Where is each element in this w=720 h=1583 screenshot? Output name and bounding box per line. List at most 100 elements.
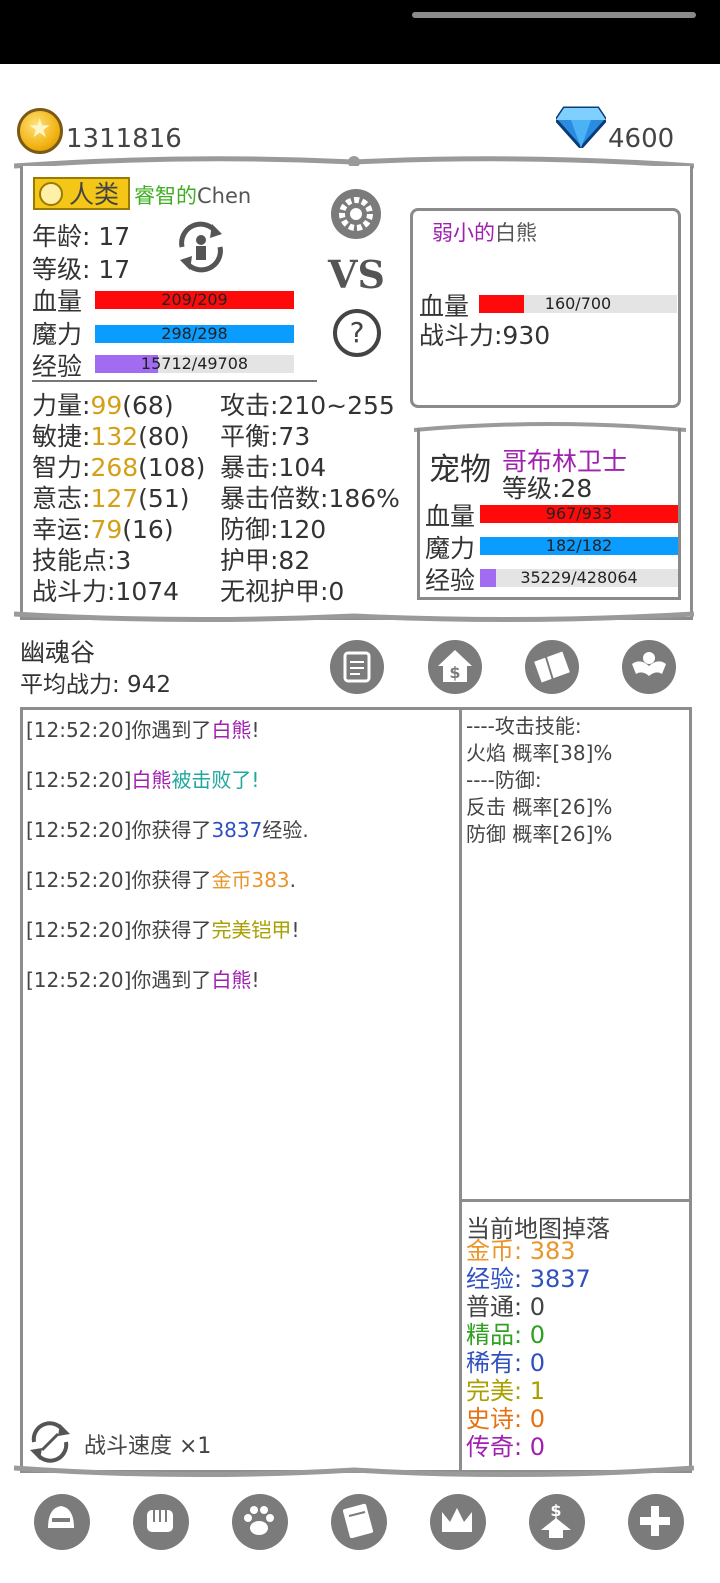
stat-base: (108): [138, 453, 206, 482]
log-segment: 白熊: [131, 768, 172, 792]
pet-title: 宠物: [429, 452, 491, 488]
stats-right-column: 攻击:210~255 平衡:73 暴击:104 暴击倍数:186% 防御:120 护甲:8…: [220, 390, 400, 607]
rebirth-icon[interactable]: [172, 218, 230, 276]
skill-line: 反击 概率[26]%: [466, 795, 613, 819]
battle-log[interactable]: [12:52:20]你遇到了白熊! [12:52:20]白熊被击败了! [12:52…: [26, 714, 309, 1014]
enemy-power: 战斗力:930: [419, 321, 551, 350]
skill-line: 火焰 概率[38]%: [466, 741, 613, 765]
drop-item: 史诗: 0: [466, 1405, 591, 1433]
house-dollar-icon: $: [438, 650, 472, 682]
stats-left-column: 力量:99(68) 敏捷:132(80) 智力:268(108) 意志:127(51)…: [32, 390, 205, 607]
log-segment: 被击败了!: [171, 768, 260, 792]
drops-list: 金币: 383 经验: 3837 普通: 0 精品: 0 稀有: 0 完美: 1 史诗: 0…: [466, 1237, 591, 1461]
upgrade-button[interactable]: $: [529, 1494, 585, 1550]
enemy-panel: 弱小的白熊 血量 160/700 战斗力:930: [410, 208, 681, 408]
divider: [32, 380, 317, 382]
level-row: 等级: 17: [32, 255, 131, 284]
player-name-title: 睿智的: [134, 184, 197, 208]
player-hp-text: 209/209: [161, 290, 228, 309]
stat-left-5: 技能点:3: [32, 545, 205, 576]
stat-value: 99: [90, 391, 123, 420]
log-line: [12:52:20]白熊被击败了!: [26, 764, 309, 814]
stat-label: 技能点:3: [32, 546, 132, 575]
world-map-button[interactable]: [525, 640, 579, 694]
pet-panel: 宠物 哥布林卫士 等级:28 血量 967/933 魔力 182/182 经验 …: [417, 428, 681, 600]
pet-mp-label: 魔力: [425, 534, 476, 563]
svg-text:$: $: [550, 1501, 561, 1520]
equipment-button[interactable]: [34, 1494, 90, 1550]
drop-item: 精品: 0: [466, 1321, 591, 1349]
skill-line: ----防御:: [466, 768, 542, 792]
log-line: [12:52:20]你遇到了白熊!: [26, 714, 309, 764]
enemy-name-label: 白熊: [495, 221, 537, 245]
vs-label: VS: [328, 252, 385, 297]
panel-bottom-ornament: [14, 611, 694, 623]
drop-label: 精品:: [466, 1321, 523, 1349]
log-segment: [12:52:20]你获得了: [26, 868, 212, 892]
drop-value: 0: [522, 1321, 545, 1349]
battle-panel-divider: [459, 707, 462, 1473]
log-line: [12:52:20]你遇到了白熊!: [26, 964, 309, 1014]
stat-left-3: 意志:127(51): [32, 483, 205, 514]
plus-icon: [640, 1506, 670, 1536]
log-segment: 3837: [211, 818, 263, 842]
log-segment: !: [291, 918, 300, 942]
skill-line: 防御 概率[26]%: [466, 822, 613, 846]
ranking-button[interactable]: [430, 1494, 486, 1550]
scroll-map-button[interactable]: [330, 640, 384, 694]
level-value: 17: [98, 255, 131, 284]
drop-label: 传奇:: [466, 1433, 523, 1461]
enemy-name-prefix: 弱小的: [432, 221, 495, 245]
drop-value: 0: [522, 1349, 545, 1377]
player-name-suffix: Chen: [197, 184, 252, 208]
scroll-icon: [343, 651, 371, 683]
drop-value: 0: [522, 1405, 545, 1433]
race-icon: [39, 182, 63, 206]
shop-house-button[interactable]: $: [428, 640, 482, 694]
stat-right-5: 护甲:82: [220, 546, 311, 575]
stat-label: 战斗力:1074: [32, 577, 180, 606]
log-segment: 金币383: [211, 868, 290, 892]
gold-amount: 1311816: [66, 124, 182, 154]
pet-button[interactable]: [232, 1494, 288, 1550]
stat-base: (16): [122, 515, 174, 544]
pet-exp-bar: 35229/428064: [480, 569, 678, 587]
level-label: 等级: [32, 255, 83, 284]
log-line: [12:52:20]你获得了完美铠甲!: [26, 914, 309, 964]
log-segment: !: [251, 968, 260, 992]
race-label: 人类: [69, 180, 120, 209]
enemy-hp-text: 160/700: [544, 294, 612, 313]
more-button[interactable]: [628, 1494, 684, 1550]
help-question-icon[interactable]: ?: [332, 308, 382, 358]
stat-left-0: 力量:99(68): [32, 390, 205, 421]
settings-gear-icon[interactable]: [330, 188, 382, 240]
log-segment: 白熊: [211, 968, 252, 992]
age-value: 17: [98, 222, 131, 251]
drop-label: 稀有:: [466, 1349, 523, 1377]
skills-button[interactable]: [133, 1494, 189, 1550]
fist-icon: [147, 1510, 173, 1532]
drop-item: 金币: 383: [466, 1237, 591, 1265]
drop-value: 383: [522, 1237, 576, 1265]
book-button[interactable]: [331, 1494, 387, 1550]
drop-item: 普通: 0: [466, 1293, 591, 1321]
drop-item: 传奇: 0: [466, 1433, 591, 1461]
gesture-pill: [412, 12, 696, 18]
training-button[interactable]: [622, 640, 676, 694]
pet-level: 等级:28: [502, 474, 593, 503]
log-line: [12:52:20]你获得了3837经验.: [26, 814, 309, 864]
drop-label: 经验:: [466, 1265, 523, 1293]
battle-speed-icon[interactable]: [26, 1418, 74, 1466]
stat-left-1: 敏捷:132(80): [32, 421, 205, 452]
log-segment: 白熊: [211, 718, 252, 742]
drop-label: 史诗:: [466, 1405, 523, 1433]
stat-right-6: 无视护甲:0: [220, 577, 345, 606]
player-hp-bar: 209/209: [95, 291, 294, 309]
skill-line: ----攻击技能:: [466, 714, 582, 738]
pet-exp-text: 35229/428064: [520, 568, 638, 587]
drop-item: 经验: 3837: [466, 1265, 591, 1293]
book-icon: [342, 1503, 374, 1539]
age-row: 年龄: 17: [32, 222, 131, 251]
pet-mp-text: 182/182: [545, 536, 613, 555]
battle-speed-label[interactable]: 战斗速度 ×1: [84, 1428, 211, 1460]
